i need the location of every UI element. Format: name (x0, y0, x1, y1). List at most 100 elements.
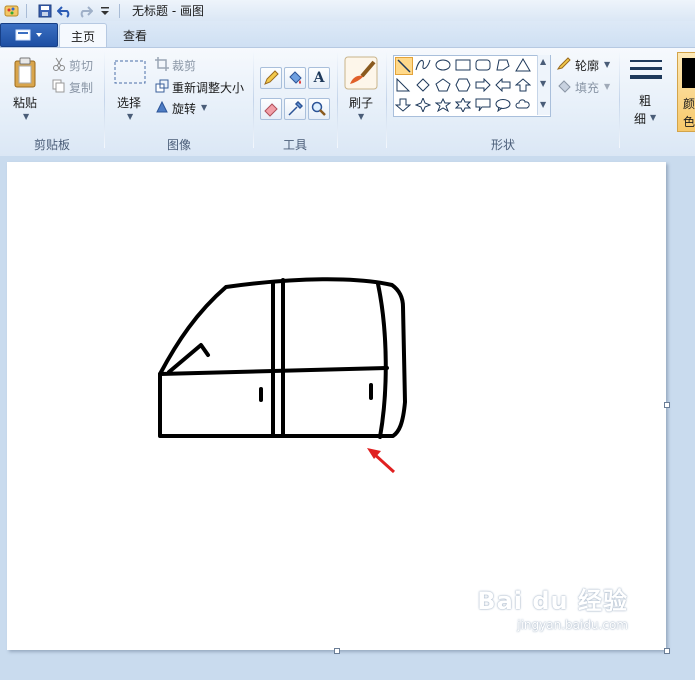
shapes-gallery-scroll[interactable]: ▲ ▼ ▼ (537, 55, 550, 115)
car-door-drawing (158, 277, 407, 474)
brushes-label[interactable]: 刷子 (349, 94, 373, 111)
outline-dropdown-icon[interactable]: ▼ (604, 60, 610, 69)
watermark-brand: Bai du 经验 (477, 587, 628, 615)
rounded-rectangle-shape-icon[interactable] (474, 56, 492, 74)
red-arrow-annotation (367, 448, 396, 474)
rotate-icon[interactable] (155, 100, 169, 114)
left-arrow-shape-icon[interactable] (494, 76, 512, 94)
gallery-up-icon[interactable]: ▲ (540, 57, 546, 66)
hexagon-shape-icon[interactable] (454, 76, 472, 94)
fill-dropdown-icon[interactable]: ▼ (604, 82, 610, 91)
watermark-url: jingyan.baidu.com (517, 618, 628, 632)
copy-label[interactable]: 复制 (69, 79, 93, 96)
undo-icon[interactable] (57, 3, 73, 19)
six-point-star-shape-icon[interactable] (454, 96, 472, 114)
color1-label-2: 色 (683, 115, 695, 129)
tools-group-label: 工具 (282, 138, 307, 152)
size-icon[interactable] (629, 57, 663, 87)
down-arrow-shape-icon[interactable] (394, 96, 412, 114)
resize-label[interactable]: 重新调整大小 (172, 79, 244, 96)
outline-icon[interactable] (556, 57, 572, 71)
window-title: 无标题 - 画图 (132, 4, 204, 18)
polygon-shape-icon[interactable] (494, 56, 512, 74)
text-tool-glyph: A (313, 70, 325, 86)
color1-button[interactable]: 颜 色 (677, 52, 695, 132)
brushes-dropdown-icon[interactable]: ▼ (358, 112, 364, 121)
paste-dropdown-icon[interactable]: ▼ (23, 112, 29, 121)
drawing-canvas[interactable]: Bai du 经验 jingyan.baidu.com (7, 162, 670, 654)
color-picker-icon[interactable] (284, 98, 306, 120)
paint-app-icon[interactable] (4, 3, 20, 19)
save-icon[interactable] (37, 3, 53, 19)
title-separator-2 (119, 3, 120, 18)
diamond-shape-icon[interactable] (414, 76, 432, 94)
rectangle-shape-icon[interactable] (454, 56, 472, 74)
color1-swatch (682, 58, 695, 88)
rotate-dropdown-icon[interactable]: ▼ (201, 103, 207, 112)
resize-handle-right[interactable] (664, 402, 670, 408)
size-label-line2[interactable]: 细 (634, 110, 646, 127)
title-separator (26, 3, 27, 18)
resize-handle-bottom[interactable] (334, 648, 340, 654)
oval-shape-icon[interactable] (434, 56, 452, 74)
shapes-group-label: 形状 (490, 138, 515, 152)
right-arrow-shape-icon[interactable] (474, 76, 492, 94)
ribbon-home: 粘贴 ▼ 剪切 复制 剪贴板 选择 ▼ 裁剪 重新调整大小 旋转 ▼ 图像 A (0, 47, 695, 157)
curve-shape-icon[interactable] (414, 56, 432, 74)
line-shape-icon[interactable] (395, 57, 413, 75)
color1-label: 颜 (683, 97, 695, 111)
ribbon-tabs: 主页 查看 (0, 21, 695, 48)
crop-label[interactable]: 裁剪 (172, 57, 196, 74)
brushes-icon[interactable] (344, 56, 378, 90)
text-icon[interactable]: A (308, 67, 330, 89)
customize-quick-access-icon[interactable] (97, 3, 113, 19)
cut-icon[interactable] (52, 57, 66, 71)
gallery-down-icon[interactable]: ▼ (540, 79, 546, 88)
group-separator (619, 52, 620, 148)
paste-icon[interactable] (11, 56, 41, 90)
group-separator (253, 52, 254, 148)
tab-view[interactable]: 查看 (112, 23, 158, 47)
paint-menu-button[interactable] (0, 23, 58, 47)
magnifier-icon[interactable] (308, 98, 330, 120)
fill-icon[interactable] (556, 79, 572, 93)
cut-label[interactable]: 剪切 (69, 57, 93, 74)
rear-edge-curve (376, 282, 388, 439)
image-group-label: 图像 (166, 138, 191, 152)
five-point-star-shape-icon[interactable] (434, 96, 452, 114)
paste-label[interactable]: 粘贴 (13, 94, 37, 111)
resize-icon[interactable] (155, 79, 169, 93)
outline-label[interactable]: 轮廓 (575, 57, 599, 74)
triangle-shape-icon[interactable] (514, 56, 532, 74)
select-dropdown-icon[interactable]: ▼ (127, 112, 133, 121)
select-icon[interactable] (114, 60, 146, 86)
fill-bucket-icon[interactable] (284, 67, 306, 89)
eraser-icon[interactable] (260, 98, 282, 120)
fill-label[interactable]: 填充 (575, 79, 599, 96)
copy-icon[interactable] (52, 79, 66, 93)
group-separator (337, 52, 338, 148)
gallery-expand-icon[interactable]: ▼ (540, 100, 546, 109)
oval-callout-shape-icon[interactable] (494, 96, 512, 114)
tab-home[interactable]: 主页 (59, 23, 107, 48)
four-point-star-shape-icon[interactable] (414, 96, 432, 114)
crop-icon[interactable] (155, 57, 169, 71)
select-label[interactable]: 选择 (117, 94, 141, 111)
paint-menu-icon (15, 29, 42, 41)
pencil-icon[interactable] (260, 67, 282, 89)
redo-icon[interactable] (77, 3, 93, 19)
rotate-label[interactable]: 旋转 (172, 100, 196, 117)
group-separator (104, 52, 105, 148)
size-label-line1[interactable]: 粗 (639, 92, 651, 109)
clipboard-group-label: 剪贴板 (33, 138, 70, 152)
shapes-gallery[interactable] (393, 55, 551, 117)
resize-handle-corner[interactable] (664, 648, 670, 654)
group-separator (386, 52, 387, 148)
size-dropdown-icon[interactable]: ▼ (650, 113, 656, 122)
right-triangle-shape-icon[interactable] (394, 76, 412, 94)
canvas-workspace: Bai du 经验 jingyan.baidu.com (0, 156, 695, 680)
cloud-callout-shape-icon[interactable] (514, 96, 532, 114)
pentagon-shape-icon[interactable] (434, 76, 452, 94)
up-arrow-shape-icon[interactable] (514, 76, 532, 94)
rect-callout-shape-icon[interactable] (474, 96, 492, 114)
